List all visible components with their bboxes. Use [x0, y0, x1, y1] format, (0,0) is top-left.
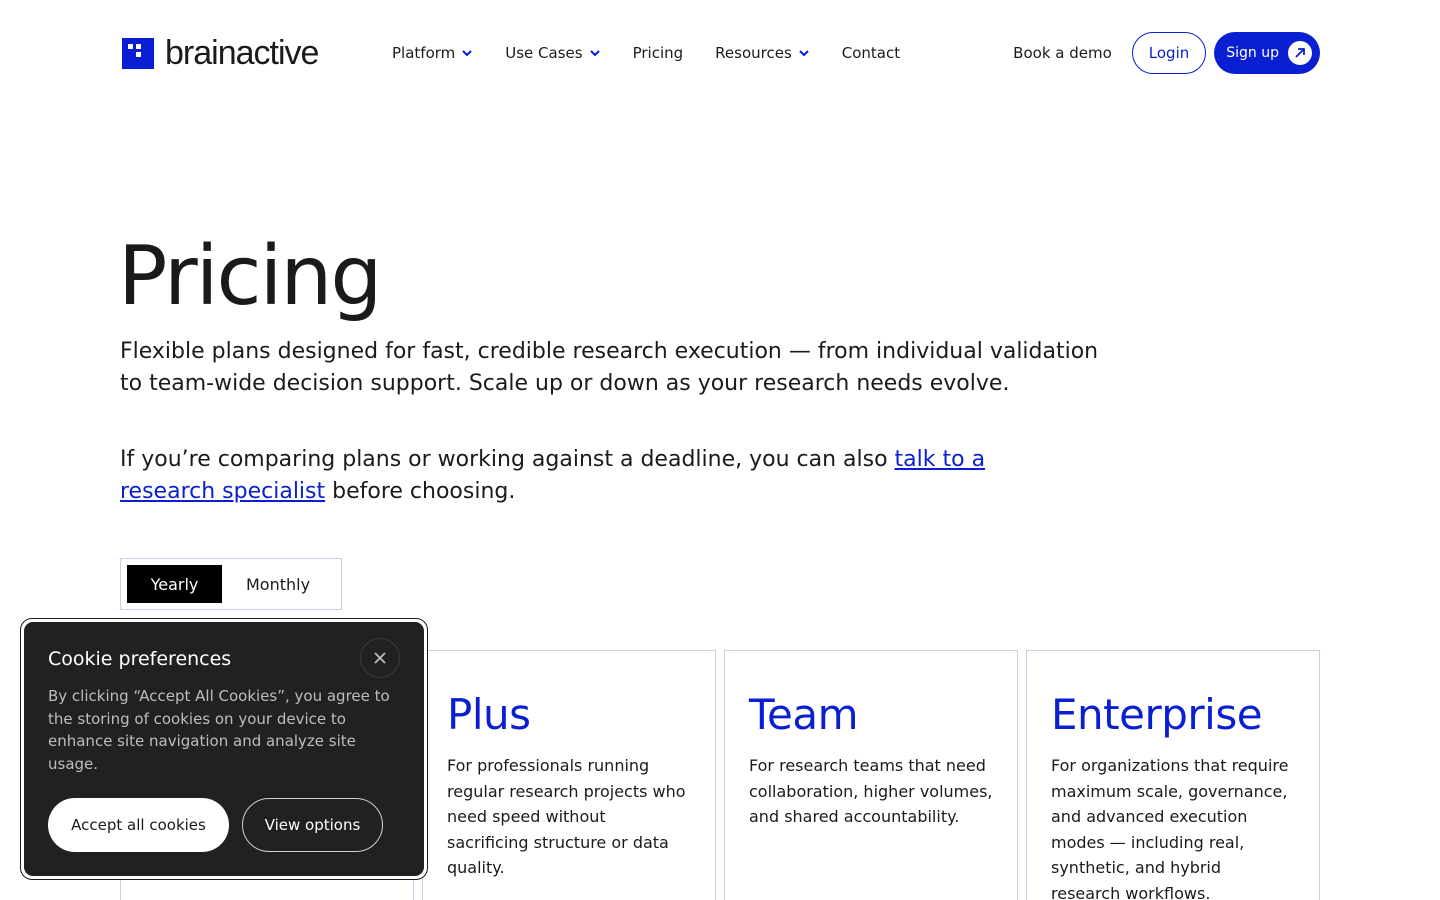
nav-item-contact[interactable]: Contact — [842, 43, 900, 63]
plan-name: Plus — [447, 690, 531, 739]
view-options-button[interactable]: View options — [242, 798, 383, 852]
billing-toggle: Yearly Monthly — [120, 558, 342, 610]
chevron-down-icon — [589, 50, 600, 57]
plan-description: For professionals running regular resear… — [447, 756, 686, 878]
accept-cookies-button[interactable]: Accept all cookies — [48, 798, 229, 852]
logo-mark-icon — [122, 37, 154, 69]
nav-item-platform[interactable]: Platform — [392, 43, 473, 63]
brand-name: brainactive — [165, 34, 319, 72]
plan-card-team: Team For research teams that need collab… — [724, 650, 1018, 900]
chevron-down-icon — [799, 50, 809, 57]
main-nav: Platform Use Cases Pricing Resources Con… — [392, 43, 932, 63]
plan-name: Enterprise — [1051, 690, 1263, 739]
toggle-monthly[interactable]: Monthly — [222, 565, 334, 603]
nav-item-resources[interactable]: Resources — [715, 43, 810, 63]
nav-item-label: Contact — [841, 44, 901, 62]
brand-logo[interactable]: brainactive — [122, 34, 319, 72]
hero-lead: Flexible plans designed for fast, credib… — [120, 339, 1099, 396]
nav-item-label: Resources — [715, 44, 792, 62]
nav-item-label: Pricing — [632, 44, 684, 62]
arrow-up-right-icon — [1288, 41, 1312, 65]
site-header: brainactive Platform Use Cases Pricing R… — [0, 0, 1440, 106]
nav-item-label: Platform — [392, 44, 456, 62]
lead-text-after: before choosing. — [325, 479, 516, 504]
signup-label: Sign up — [1226, 45, 1279, 61]
close-icon — [374, 652, 386, 664]
header-actions: Book a demo Login Sign up — [1013, 32, 1320, 74]
signup-button[interactable]: Sign up — [1214, 32, 1320, 74]
plan-card-plus: Plus For professionals running regular r… — [422, 650, 716, 900]
page-title: Pricing — [118, 229, 382, 324]
cookie-banner: Cookie preferences By clicking “Accept A… — [20, 618, 428, 880]
cookie-title: Cookie preferences — [48, 648, 232, 670]
plan-name: Team — [749, 690, 859, 739]
nav-item-use-cases[interactable]: Use Cases — [505, 43, 600, 63]
toggle-yearly[interactable]: Yearly — [127, 565, 222, 603]
cookie-text: By clicking “Accept All Cookies”, you ag… — [48, 687, 390, 773]
lead-text-before: If you’re comparing plans or working aga… — [120, 447, 895, 472]
hero-lead-secondary: If you’re comparing plans or working aga… — [120, 444, 1060, 508]
plan-card-enterprise: Enterprise For organizations that requir… — [1026, 650, 1320, 900]
book-demo-link[interactable]: Book a demo — [1013, 44, 1112, 62]
login-button[interactable]: Login — [1131, 32, 1207, 74]
plan-description: For organizations that require maximum s… — [1051, 756, 1289, 900]
nav-item-pricing[interactable]: Pricing — [633, 43, 684, 63]
chevron-down-icon — [462, 50, 472, 57]
nav-item-label: Use Cases — [505, 44, 583, 62]
cookie-panel: Cookie preferences By clicking “Accept A… — [24, 622, 424, 876]
cookie-close-button[interactable] — [360, 638, 400, 678]
plan-description: For research teams that need collaborati… — [749, 756, 993, 827]
